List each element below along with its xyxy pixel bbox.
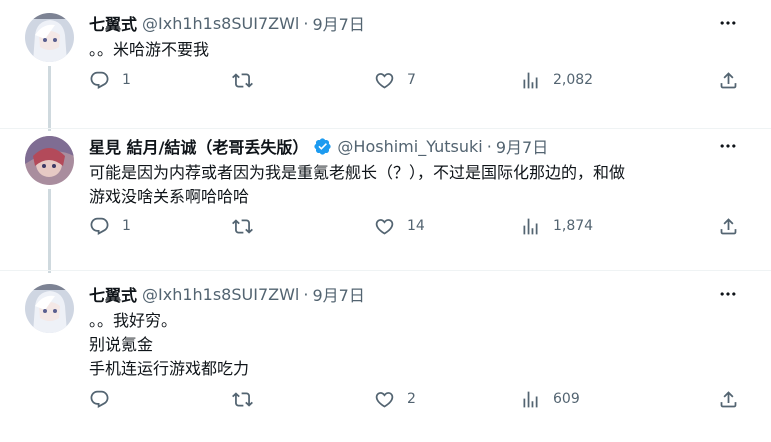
like-button[interactable]: 2 [374,389,416,410]
tweet-text-line: 游戏没啥关系啊哈哈哈 [89,187,250,206]
like-count: 14 [407,218,425,234]
share-icon [718,389,739,410]
heart-icon [374,70,395,91]
retweet-button[interactable] [232,216,265,237]
author-handle[interactable]: @Ixh1h1s8SUI7ZWl [142,285,299,304]
views-button[interactable]: 2,082 [520,70,593,91]
heart-icon [374,216,395,237]
more-dots-icon[interactable] [717,135,739,157]
tweet[interactable]: 七翼式 @Ixh1h1s8SUI7ZWl · 9月7日 。。米哈游不要我 1 7… [0,0,771,129]
like-count: 2 [407,391,416,407]
retweet-button[interactable] [232,70,265,91]
tweet-date[interactable]: 9月7日 [312,11,364,35]
tweet[interactable]: 七翼式 @Ixh1h1s8SUI7ZWl · 9月7日 。。我好穷。 别说氪金手机… [0,270,771,442]
view-count: 1,874 [553,218,594,234]
reply-icon [89,389,110,410]
tweet-header: 星見 結月/結诚（老哥丢失版） @Hoshimi_Yutsuki · 9月7日 [89,133,739,159]
tweet-header: 七翼式 @Ixh1h1s8SUI7ZWl · 9月7日 [89,10,739,36]
separator: · [486,136,492,156]
author-name[interactable]: 七翼式 [89,282,137,306]
retweet-icon [232,389,253,410]
separator: · [303,13,309,33]
tweet-text-line: 手机连运行游戏都吃力 [89,359,250,378]
views-button[interactable]: 609 [520,389,580,410]
like-count: 7 [407,72,416,88]
tweet-text: 。。米哈游不要我 [89,38,739,62]
author-handle[interactable]: @Hoshimi_Yutsuki [337,137,482,156]
avatar[interactable] [25,13,74,62]
verified-badge-icon[interactable] [313,137,332,156]
tweet-text-line: 别说氪金 [89,335,154,354]
tweet-content: 七翼式 @Ixh1h1s8SUI7ZWl · 9月7日 。。米哈游不要我 [89,10,739,62]
thread-connector [48,129,51,131]
tweet-text-line: 。。我好穷。 [89,311,178,330]
thread-connector [48,66,51,129]
share-button[interactable] [718,389,739,410]
retweet-icon [232,70,253,91]
reply-count: 1 [122,218,131,234]
view-count: 609 [553,391,580,407]
tweet-header: 七翼式 @Ixh1h1s8SUI7ZWl · 9月7日 [89,281,739,307]
tweet-content: 七翼式 @Ixh1h1s8SUI7ZWl · 9月7日 。。我好穷。 别说氪金手机… [89,281,739,381]
thread-connector [48,189,51,273]
avatar[interactable] [25,136,74,185]
reply-button[interactable]: 1 [89,216,131,237]
view-count: 2,082 [553,72,594,88]
tweet-date[interactable]: 9月7日 [312,282,364,306]
reply-button[interactable] [89,389,122,410]
tweet-date[interactable]: 9月7日 [496,134,548,158]
more-dots-icon[interactable] [717,12,739,34]
like-button[interactable]: 14 [374,216,425,237]
retweet-icon [232,216,253,237]
share-icon [718,216,739,237]
author-name[interactable]: 七翼式 [89,11,137,35]
reply-icon [89,70,110,91]
views-icon [520,216,541,237]
tweet-content: 星見 結月/結诚（老哥丢失版） @Hoshimi_Yutsuki · 9月7日 … [89,133,739,209]
tweet-text: 可能是因为内荐或者因为我是重氪老舰长（？），不过是国际化那边的，和做 游戏没啥关系… [89,161,739,209]
tweet[interactable]: 星見 結月/結诚（老哥丢失版） @Hoshimi_Yutsuki · 9月7日 … [0,128,771,273]
like-button[interactable]: 7 [374,70,416,91]
reply-icon [89,216,110,237]
views-icon [520,389,541,410]
heart-icon [374,389,395,410]
reply-button[interactable]: 1 [89,70,131,91]
author-name[interactable]: 星見 結月/結诚（老哥丢失版） [89,134,308,158]
retweet-button[interactable] [232,389,265,410]
separator: · [303,284,309,304]
share-button[interactable] [718,216,739,237]
author-handle[interactable]: @Ixh1h1s8SUI7ZWl [142,14,299,33]
tweet-text: 。。我好穷。 别说氪金手机连运行游戏都吃力 [89,309,739,381]
views-button[interactable]: 1,874 [520,216,593,237]
tweet-text-line: 可能是因为内荐或者因为我是重氪老舰长（？），不过是国际化那边的，和做 [89,163,626,182]
views-icon [520,70,541,91]
share-icon [718,70,739,91]
more-dots-icon[interactable] [717,283,739,305]
tweet-text-line: 。。米哈游不要我 [89,40,210,59]
reply-count: 1 [122,72,131,88]
share-button[interactable] [718,70,739,91]
avatar[interactable] [25,284,74,333]
